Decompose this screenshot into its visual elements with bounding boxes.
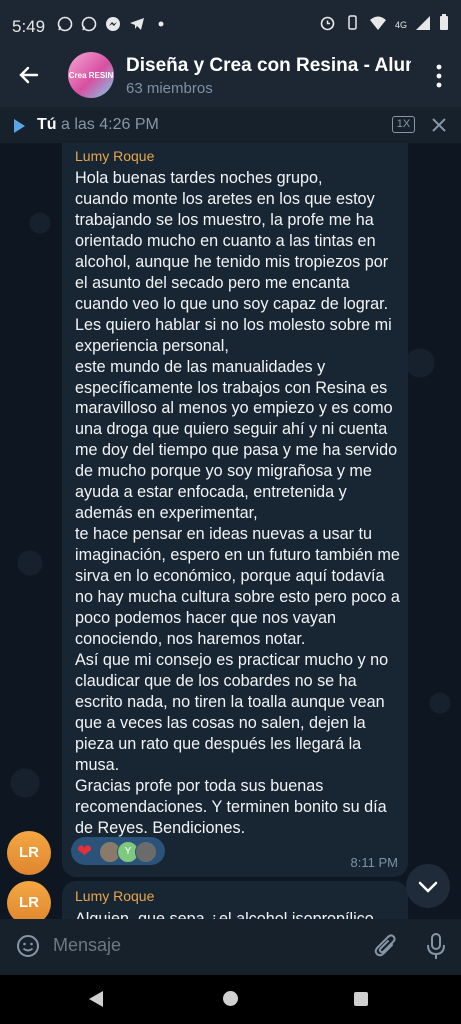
chat-header: Crea RESIN Diseña y Crea con Resina - Al… [0,43,461,107]
back-arrow-icon[interactable] [15,61,43,89]
more-menu-icon[interactable] [435,63,443,89]
sender-name[interactable]: Lumy Roque [75,888,154,904]
avatar[interactable]: LR [7,881,51,919]
system-nav-bar [0,975,461,1024]
message-bubble[interactable]: Lumy Roque Alguien, que sepa ¿el alcohol… [62,881,408,919]
nav-back-icon[interactable] [89,991,103,1007]
microphone-icon[interactable] [426,932,446,960]
reactions[interactable]: ❤ Y [71,837,165,865]
notification-icons [56,15,170,33]
avatar[interactable]: LR [7,831,51,875]
nav-recents-icon[interactable] [354,992,368,1006]
group-avatar-text: Crea RESIN [68,70,114,80]
message-bubble[interactable]: Lumy Roque Hola buenas tardes noches gru… [62,143,408,877]
audio-sender: Tú [37,116,57,133]
dot-icon [152,15,170,33]
message-input-bar: Mensaje [0,919,461,975]
chat-title[interactable]: Diseña y Crea con Resina - Alumnas [126,55,411,77]
group-avatar[interactable]: Crea RESIN [68,52,114,98]
message-time: 8:11 PM [350,855,398,870]
status-time: 5:49 [12,17,46,36]
signal-icon [415,15,431,36]
audio-player-bar[interactable]: Tú a las 4:26 PM 1X [0,107,461,143]
member-count: 63 miembros [126,80,213,97]
reactor-avatar [135,841,157,863]
battery-icon [439,14,449,36]
audio-time: a las 4:26 PM [56,116,159,133]
messenger-icon [104,15,122,33]
message-input[interactable]: Mensaje [53,935,121,956]
play-icon[interactable] [14,119,25,133]
attach-icon[interactable] [374,933,398,959]
close-icon[interactable] [431,117,447,133]
whatsapp-icon [80,15,98,33]
message-text: Hola buenas tardes noches grupo, cuando … [75,169,400,837]
playback-speed-button[interactable]: 1X [392,116,415,133]
wifi-icon [369,15,387,36]
message-list[interactable]: Lumy Roque Hola buenas tardes noches gru… [0,143,461,919]
emoji-icon[interactable] [16,934,40,958]
scroll-down-button[interactable] [406,864,450,908]
whatsapp-icon [56,15,74,33]
sender-name[interactable]: Lumy Roque [75,148,154,164]
nav-home-icon[interactable] [223,991,238,1006]
audio-info: Tú a las 4:26 PM [37,116,159,134]
telegram-icon [128,15,146,33]
message-text: Alguien, que sepa ¿el alcohol isopropíli… [75,910,374,919]
chevron-down-icon [418,881,438,893]
heart-reaction-icon: ❤ [77,841,93,861]
network-type: 4G [394,20,407,30]
vibrate-icon [344,14,361,36]
alarm-icon [319,14,336,36]
system-icons: 4G [319,14,449,36]
